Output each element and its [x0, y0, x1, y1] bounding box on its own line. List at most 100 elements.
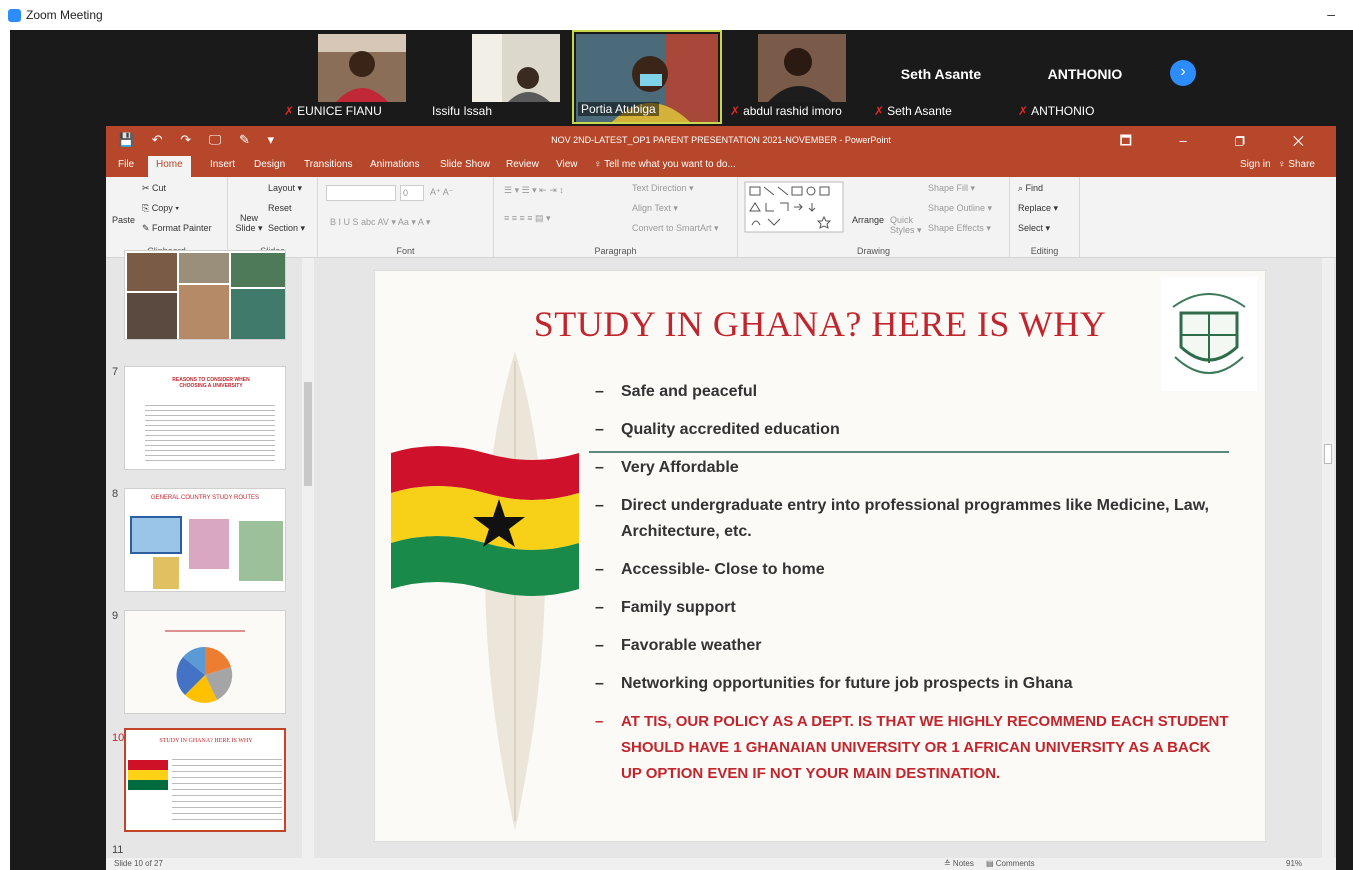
- share-button[interactable]: ♀ Share: [1278, 159, 1315, 170]
- bullet-dash: –: [595, 497, 604, 514]
- ribbon-tabs: File Home Insert Design Transitions Anim…: [106, 155, 1336, 177]
- mic-muted-icon: ✗: [874, 104, 885, 118]
- find-button[interactable]: ⌕ Find: [1018, 183, 1043, 194]
- participant-tile[interactable]: Issifu Issah: [428, 30, 570, 124]
- slides-group: New Slide ▾ Layout ▾ Reset Section ▾ Sli…: [228, 177, 318, 258]
- ribbon: Paste ✂ Cut ⎘ Copy ▾ ✎ Format Painter Cl…: [106, 177, 1336, 258]
- bullet-dash: –: [595, 383, 604, 400]
- slide-number: 8: [112, 488, 119, 500]
- tab-view[interactable]: View: [556, 159, 578, 170]
- tell-me-search[interactable]: ♀ Tell me what you want to do...: [594, 159, 736, 170]
- clipboard-group: Paste ✂ Cut ⎘ Copy ▾ ✎ Format Painter Cl…: [106, 177, 228, 258]
- tab-insert[interactable]: Insert: [210, 159, 235, 170]
- new-slide-button[interactable]: New Slide ▾: [234, 213, 264, 234]
- participant-video: [472, 34, 560, 102]
- font-name-combo[interactable]: [326, 185, 396, 201]
- powerpoint-window: 💾 ↶ ↷ 🖵 ✎ ▾ NOV 2ND-LATEST_OP1 PARENT PR…: [106, 126, 1336, 870]
- tab-slide-show[interactable]: Slide Show: [440, 159, 490, 170]
- slide-thumbnail[interactable]: [124, 250, 286, 340]
- bullet-item: – Favorable weather: [595, 633, 1235, 659]
- shape-outline-button[interactable]: Shape Outline ▾: [928, 203, 992, 214]
- tab-review[interactable]: Review: [506, 159, 539, 170]
- bullet-dash: –: [595, 459, 604, 476]
- scroll-thumb[interactable]: [1324, 444, 1332, 464]
- comments-button[interactable]: ▤ Comments: [986, 859, 1034, 868]
- ppt-title-bar: 💾 ↶ ↷ 🖵 ✎ ▾ NOV 2ND-LATEST_OP1 PARENT PR…: [106, 126, 1336, 155]
- participant-tile[interactable]: Seth Asante ✗ Seth Asante: [870, 30, 1012, 124]
- layout-button[interactable]: Layout ▾: [268, 183, 302, 194]
- tab-design[interactable]: Design: [254, 159, 285, 170]
- thumbnail-scrollbar[interactable]: [302, 258, 314, 858]
- slide-thumbnail-selected[interactable]: STUDY IN GHANA? HERE IS WHY: [124, 728, 286, 832]
- shape-fill-button[interactable]: Shape Fill ▾: [928, 183, 975, 194]
- group-label: Paragraph: [594, 246, 637, 256]
- next-page-button[interactable]: ›: [1170, 60, 1196, 86]
- slide-thumbnail[interactable]: [124, 610, 286, 714]
- school-crest-icon: [1161, 277, 1257, 391]
- tab-transitions[interactable]: Transitions: [304, 159, 353, 170]
- replace-button[interactable]: Replace ▾: [1018, 203, 1058, 214]
- bullet-item: – Accessible- Close to home: [595, 557, 1235, 583]
- slide-number: 10: [112, 732, 125, 744]
- notes-button[interactable]: ≙ Notes: [944, 859, 974, 868]
- participant-video: [318, 34, 406, 102]
- slide-thumbnails-pane: 7 REASONS TO CONSIDER WHEN CHOOSING A UN…: [106, 250, 316, 858]
- reset-button[interactable]: Reset: [268, 203, 292, 213]
- text-direction-button[interactable]: Text Direction ▾: [632, 183, 694, 194]
- zoom-level[interactable]: 91%: [1286, 859, 1302, 868]
- align-text-button[interactable]: Align Text ▾: [632, 203, 678, 214]
- bullet-dash: –: [595, 599, 604, 616]
- bullet-item: – Safe and peaceful: [595, 379, 1235, 405]
- tab-file[interactable]: File: [118, 159, 134, 170]
- shape-effects-button[interactable]: Shape Effects ▾: [928, 223, 991, 234]
- participant-name: ANTHONIO: [1031, 104, 1095, 118]
- quick-styles-button[interactable]: Quick Styles ▾: [890, 215, 922, 236]
- cut-button[interactable]: ✂ Cut: [142, 183, 166, 194]
- grow-shrink-font[interactable]: A⁺ A⁻: [430, 187, 454, 198]
- participant-tile-active-speaker[interactable]: Portia Atubiga: [572, 30, 722, 124]
- section-button[interactable]: Section ▾: [268, 223, 305, 234]
- arrange-button[interactable]: Arrange: [852, 215, 884, 225]
- bullet-dash: –: [595, 713, 604, 730]
- participant-name: abdul rashid imoro: [743, 104, 842, 118]
- mic-muted-icon: ✗: [284, 104, 295, 118]
- bullet-dash: –: [595, 637, 604, 654]
- convert-smartart-button[interactable]: Convert to SmartArt ▾: [632, 223, 719, 234]
- participant-tile[interactable]: ✗ abdul rashid imoro: [726, 30, 868, 124]
- tab-home[interactable]: Home: [148, 156, 191, 177]
- copy-button[interactable]: ⎘ Copy ▾: [142, 203, 179, 214]
- select-button[interactable]: Select ▾: [1018, 223, 1050, 234]
- paste-button[interactable]: Paste: [112, 215, 135, 225]
- window-controls[interactable]: 🗖 – ❐ ✕: [1120, 132, 1326, 154]
- mic-muted-icon: ✗: [730, 104, 741, 118]
- thumbnail-title: STUDY IN GHANA? HERE IS WHY: [159, 738, 253, 744]
- participant-display-name: Seth Asante: [900, 66, 982, 82]
- sign-in-link[interactable]: Sign in: [1240, 159, 1271, 170]
- font-size-combo[interactable]: 0: [400, 185, 424, 201]
- slide-thumbnail[interactable]: GENERAL COUNTRY STUDY ROUTES: [124, 488, 286, 592]
- tab-animations[interactable]: Animations: [370, 159, 419, 170]
- shapes-gallery[interactable]: [744, 181, 844, 233]
- bullet-item: – Family support: [595, 595, 1235, 621]
- participant-tile[interactable]: ✗ EUNICE FIANU: [280, 30, 422, 124]
- participant-tile[interactable]: ANTHONIO ✗ ANTHONIO: [1014, 30, 1156, 124]
- slide-scrollbar[interactable]: [1322, 258, 1334, 858]
- font-format-toolbar[interactable]: B I U S abc AV ▾ Aa ▾ A ▾: [330, 217, 430, 228]
- slide-thumbnail[interactable]: REASONS TO CONSIDER WHEN CHOOSING A UNIV…: [124, 366, 286, 470]
- drawing-group: Arrange Quick Styles ▾ Shape Fill ▾ Shap…: [738, 177, 1010, 258]
- slide-canvas[interactable]: STUDY IN GHANA? HERE IS WHY – Safe and pe…: [374, 270, 1266, 842]
- font-group: 0 A⁺ A⁻ B I U S abc AV ▾ Aa ▾ A ▾ Font: [318, 177, 494, 258]
- bullet-dash: –: [595, 421, 604, 438]
- maps-thumbnail: [130, 516, 283, 589]
- list-buttons-icon[interactable]: ☰ ▾ ☰ ▾ ⇤ ⇥ ↕: [504, 185, 564, 196]
- photo-collage-thumbnail: [125, 251, 285, 339]
- format-painter-button[interactable]: ✎ Format Painter: [142, 223, 212, 234]
- align-buttons-icon[interactable]: ≡ ≡ ≡ ≡ ▤ ▾: [504, 213, 551, 224]
- minimize-button[interactable]: –: [1327, 6, 1335, 22]
- bullet-item: – Quality accredited education: [595, 417, 1235, 443]
- slide-heading: STUDY IN GHANA? HERE IS WHY: [533, 304, 1107, 344]
- slide-counter: Slide 10 of 27: [114, 859, 163, 868]
- editor-workspace: 7 REASONS TO CONSIDER WHEN CHOOSING A UN…: [106, 250, 1336, 858]
- scroll-thumb[interactable]: [304, 382, 312, 486]
- group-label: Drawing: [856, 246, 890, 256]
